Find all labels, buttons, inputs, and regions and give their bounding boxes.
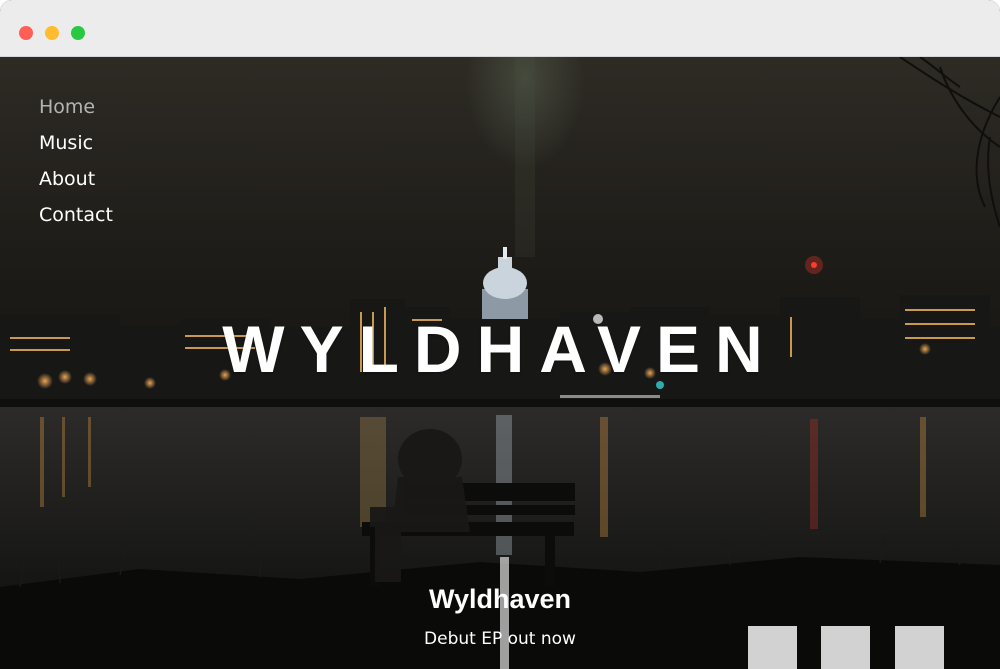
maximize-window-button[interactable] xyxy=(71,26,85,40)
release-callout: Wyldhaven Debut EP out now xyxy=(300,579,700,653)
thumbnail-3[interactable] xyxy=(895,626,944,669)
release-title[interactable]: Wyldhaven xyxy=(300,579,700,619)
browser-window: Home Music About Contact WYLDHAVEN Wyldh… xyxy=(0,0,1000,669)
nav-item-home[interactable]: Home xyxy=(39,89,113,125)
nav-item-about[interactable]: About xyxy=(39,161,113,197)
main-nav: Home Music About Contact xyxy=(39,89,113,233)
page-viewport: Home Music About Contact WYLDHAVEN Wyldh… xyxy=(0,57,1000,669)
nav-item-music[interactable]: Music xyxy=(39,125,113,161)
close-window-button[interactable] xyxy=(19,26,33,40)
thumbnail-2[interactable] xyxy=(821,626,870,669)
thumbnail-1[interactable] xyxy=(748,626,797,669)
minimize-window-button[interactable] xyxy=(45,26,59,40)
release-subtitle: Debut EP out now xyxy=(424,629,576,649)
hero-title: WYLDHAVEN xyxy=(222,312,778,386)
window-titlebar xyxy=(0,0,1000,57)
nav-item-contact[interactable]: Contact xyxy=(39,197,113,233)
